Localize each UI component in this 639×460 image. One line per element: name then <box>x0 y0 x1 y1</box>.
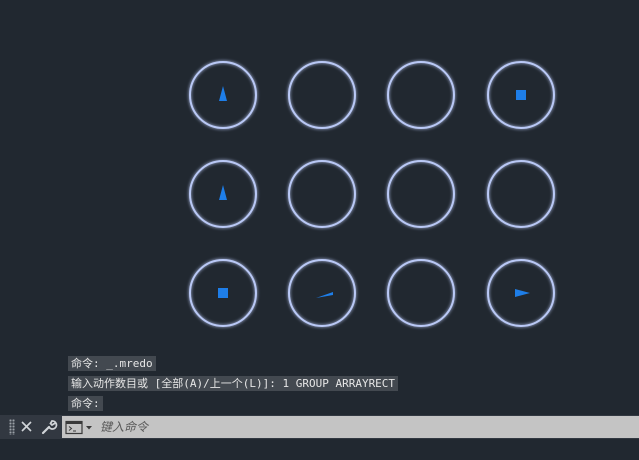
arrow-up-marker <box>219 86 227 101</box>
array-circle[interactable] <box>487 160 555 228</box>
array-circle[interactable] <box>487 259 555 327</box>
square-marker <box>218 288 228 298</box>
arrow-up-marker <box>219 185 227 200</box>
array-circle[interactable] <box>387 259 455 327</box>
array-circle[interactable] <box>288 259 356 327</box>
command-history-line-2: 输入动作数目或 [全部(A)/上一个(L)]: 1 GROUP ARRAYREC… <box>68 376 399 391</box>
array-circle[interactable] <box>288 61 356 129</box>
command-input[interactable] <box>100 418 630 436</box>
arrow-right-marker <box>515 289 530 297</box>
array-circle[interactable] <box>189 160 257 228</box>
array-circle[interactable] <box>189 61 257 129</box>
arrow-left-marker <box>316 292 333 298</box>
command-prompt-icon[interactable] <box>65 420 95 435</box>
array-circle[interactable] <box>189 259 257 327</box>
cad-app-window: 命令: _.mredo 输入动作数目或 [全部(A)/上一个(L)]: 1 GR… <box>0 0 639 460</box>
command-line-bar <box>0 415 639 439</box>
array-circle[interactable] <box>487 61 555 129</box>
array-circle[interactable] <box>387 160 455 228</box>
chevron-down-icon <box>86 426 92 430</box>
command-history-line-1: 命令: _.mredo <box>68 356 156 371</box>
array-circle[interactable] <box>387 61 455 129</box>
command-history-line-3: 命令: <box>68 396 103 411</box>
command-input-box[interactable] <box>62 416 639 438</box>
close-icon[interactable] <box>17 417 37 437</box>
drawing-canvas[interactable] <box>0 0 639 350</box>
array-circle[interactable] <box>288 160 356 228</box>
wrench-icon[interactable] <box>38 417 58 437</box>
square-marker <box>516 90 526 100</box>
status-strip <box>0 439 639 460</box>
drag-grip-handle[interactable] <box>9 419 15 435</box>
